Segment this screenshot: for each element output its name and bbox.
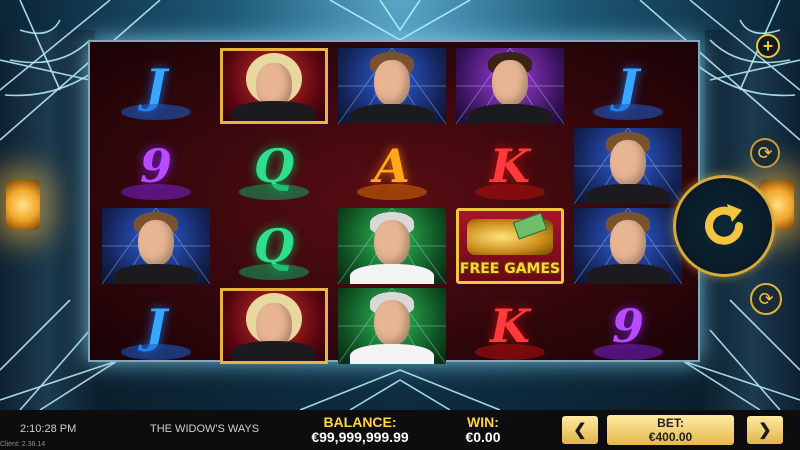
balance-amount: €99,999,999.99	[311, 429, 409, 445]
reel-area: J J 9 Q A K Q FREE GAMES J K 9	[88, 40, 700, 364]
autoplay-button[interactable]: ⟳	[750, 138, 780, 168]
game-title: THE WIDOW'S WAYS	[150, 423, 260, 435]
chevron-right-icon: ❯	[758, 422, 772, 439]
symbol-k: K	[456, 288, 564, 364]
symbol-j: J	[574, 48, 682, 124]
symbol-blonde-man	[338, 48, 446, 124]
symbol-9: 9	[102, 128, 210, 204]
widow-portrait	[220, 48, 328, 124]
autoplay-icon: ⟳	[757, 142, 773, 163]
symbol-dark-man	[456, 48, 564, 124]
win-display: WIN: €0.00	[458, 415, 508, 445]
balance-display: BALANCE: €99,999,999.99	[300, 415, 420, 445]
symbol-widow	[220, 48, 328, 124]
bet-amount: €400.00	[648, 430, 693, 444]
symbol-q: Q	[220, 208, 328, 284]
turbo-icon: ⟳	[758, 288, 774, 309]
symbol-k: K	[456, 128, 564, 204]
plus-button[interactable]: +	[756, 34, 780, 58]
reel-grid: J J 9 Q A K Q FREE GAMES J K 9	[102, 48, 682, 364]
dark-man-portrait	[456, 48, 564, 124]
win-amount: €0.00	[465, 429, 501, 445]
symbol-blonde-man	[574, 128, 682, 204]
bet-increase-button[interactable]: ❯	[747, 416, 783, 444]
chevron-left-icon: ❮	[573, 422, 587, 439]
spin-icon	[705, 204, 743, 245]
bet-decrease-button[interactable]: ❮	[562, 416, 598, 444]
widow-portrait	[220, 288, 328, 364]
balance-label: BALANCE:	[323, 414, 397, 430]
blonde-man-portrait	[102, 208, 210, 284]
symbol-j: J	[102, 288, 210, 364]
symbol-blonde-man	[574, 208, 682, 284]
grey-man-portrait	[338, 208, 446, 284]
slot-game-scene: J J 9 Q A K Q FREE GAMES J K 9 + ⟳ ⟳ 2:1…	[0, 0, 800, 450]
symbol-grey-man	[338, 208, 446, 284]
symbol-grey-man	[338, 288, 446, 364]
free-games-label: FREE GAMES	[459, 261, 561, 277]
turbo-button[interactable]: ⟳	[750, 283, 782, 315]
bet-button[interactable]: BET: €400.00	[607, 415, 734, 445]
spin-button[interactable]	[673, 175, 775, 277]
clock: 2:10:28 PM	[20, 423, 77, 435]
bottom-bar: 2:10:28 PM Client: 2.38.14 THE WIDOW'S W…	[0, 410, 800, 450]
grey-man-portrait	[338, 288, 446, 364]
symbol-widow	[220, 288, 328, 364]
symbol-9: 9	[574, 288, 682, 364]
blonde-man-portrait	[338, 48, 446, 124]
symbol-q: Q	[220, 128, 328, 204]
symbol-a: A	[338, 128, 446, 204]
symbol-free-games: FREE GAMES	[456, 208, 564, 284]
blonde-man-portrait	[574, 128, 682, 204]
symbol-j: J	[102, 48, 210, 124]
blonde-man-portrait	[574, 208, 682, 284]
bet-label: BET:	[657, 416, 684, 430]
client-version: Client: 2.38.14	[0, 441, 46, 448]
win-label: WIN:	[467, 414, 499, 430]
plus-icon: +	[762, 35, 774, 56]
symbol-blonde-man	[102, 208, 210, 284]
free-games-scatter: FREE GAMES	[456, 208, 564, 284]
